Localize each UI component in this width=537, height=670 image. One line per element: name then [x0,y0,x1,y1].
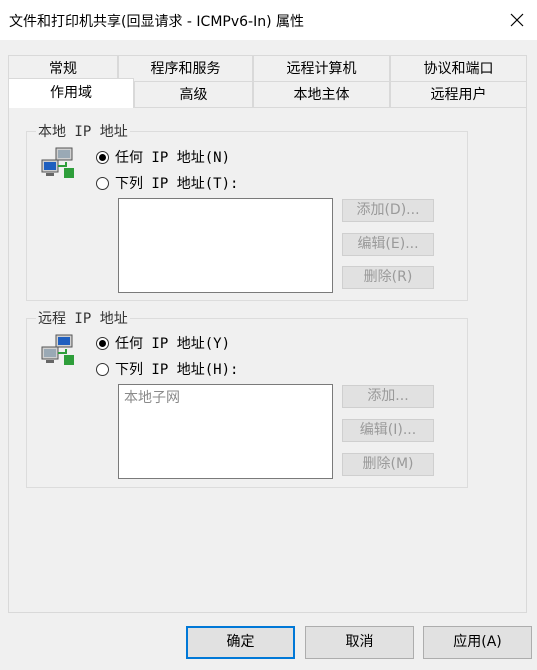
close-button[interactable] [497,0,537,40]
apply-button[interactable]: 应用(A) [423,626,532,659]
remote-listed-ip-label: 下列 IP 地址(H): [115,362,239,378]
network-computers-icon [40,146,76,182]
tab-advanced[interactable]: 高级 [134,81,253,107]
tab-remote-users[interactable]: 远程用户 [390,81,527,107]
local-add-button[interactable]: 添加(D)... [342,199,434,222]
local-listed-ip-radio-dot[interactable] [96,176,109,190]
remote-delete-button[interactable]: 删除(M) [342,453,434,476]
title-bar: 文件和打印机共享(回显请求 - ICMPv6-In) 属性 [0,0,537,40]
local-ip-listbox[interactable] [118,198,333,293]
window-title: 文件和打印机共享(回显请求 - ICMPv6-In) 属性 [9,14,304,30]
local-any-ip-radio-dot[interactable] [96,150,109,164]
local-any-ip-label: 任何 IP 地址(N) [115,150,231,166]
remote-ip-group-label: 远程 IP 地址 [36,308,130,328]
remote-any-ip-radio[interactable]: 任何 IP 地址(Y) [96,333,230,353]
remote-ip-listbox[interactable]: 本地子网 [118,384,333,479]
local-ip-group-label: 本地 IP 地址 [36,121,130,141]
tab-protocols-ports[interactable]: 协议和端口 [390,55,527,81]
local-listed-ip-label: 下列 IP 地址(T): [115,176,239,192]
cancel-button[interactable]: 取消 [305,626,414,659]
remote-add-button[interactable]: 添加... [342,385,434,408]
local-edit-button[interactable]: 编辑(E)... [342,233,434,256]
remote-listed-ip-radio-dot[interactable] [96,362,109,376]
tab-remote-computers[interactable]: 远程计算机 [253,55,390,81]
ok-button[interactable]: 确定 [186,626,295,659]
local-delete-button[interactable]: 删除(R) [342,266,434,289]
remote-edit-button[interactable]: 编辑(I)... [342,419,434,442]
remote-any-ip-label: 任何 IP 地址(Y) [115,336,231,352]
list-item[interactable]: 本地子网 [124,387,180,407]
tab-local-principals[interactable]: 本地主体 [253,81,390,107]
remote-listed-ip-radio[interactable]: 下列 IP 地址(H): [96,359,238,379]
tab-scope[interactable]: 作用域 [8,78,134,108]
local-any-ip-radio[interactable]: 任何 IP 地址(N) [96,147,230,167]
network-computers-icon [40,333,76,369]
tab-programs-services[interactable]: 程序和服务 [118,55,253,81]
remote-any-ip-radio-dot[interactable] [96,336,109,350]
local-listed-ip-radio[interactable]: 下列 IP 地址(T): [96,173,238,193]
close-icon [510,13,524,27]
